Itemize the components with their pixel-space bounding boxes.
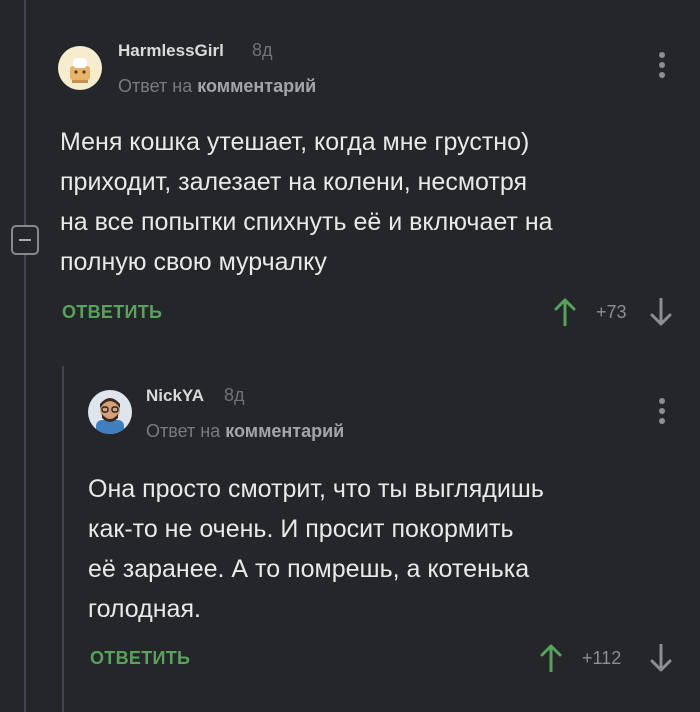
thread-line-nested (62, 366, 64, 712)
kebab-menu-icon[interactable] (656, 50, 668, 80)
avatar-image-icon (96, 398, 124, 434)
thread-line-main-lower (24, 255, 26, 712)
reply-to-link[interactable]: комментарий (197, 76, 316, 96)
reply-button[interactable]: ОТВЕТИТЬ (62, 302, 162, 323)
downvote-arrow-icon[interactable] (650, 644, 672, 672)
score: +112 (582, 648, 622, 668)
text-line: Меня кошка утешает, когда мне грустно) (60, 128, 530, 156)
reply-to-meta: Ответ на комментарий (118, 76, 316, 97)
username[interactable]: NickYA (146, 386, 204, 406)
text-line: полную свою мурчалку (60, 248, 327, 276)
upvote-arrow-icon[interactable] (540, 644, 562, 672)
text-line: её заранее. А то помрешь, а котенька (88, 555, 530, 583)
timestamp: 8д (252, 40, 273, 60)
text-line: Она просто смотрит, что ты выглядишь (88, 475, 544, 503)
reply-prefix: Ответ на (146, 421, 226, 441)
reply-to-link[interactable]: комментарий (225, 421, 344, 441)
text-line: как-то не очень. И просит покормить (88, 515, 514, 543)
avatar[interactable] (88, 390, 132, 434)
avatar-image-icon (70, 58, 90, 83)
reply-to-meta: Ответ на комментарий (146, 421, 344, 442)
comments-page: HarmlessGirl 8д Ответ на комментарий Мен… (0, 0, 700, 712)
avatar[interactable] (58, 46, 102, 90)
username[interactable]: HarmlessGirl (118, 41, 224, 61)
reply-prefix: Ответ на (118, 76, 198, 96)
kebab-menu-icon[interactable] (656, 396, 668, 426)
downvote-arrow-icon[interactable] (650, 298, 672, 326)
comment-text: Она просто смотрит, что ты выглядишь как… (88, 469, 544, 629)
comment-text: Меня кошка утешает, когда мне грустно) п… (60, 122, 553, 282)
thread-line-main (24, 0, 26, 225)
text-line: приходит, залезает на колени, несмотря (60, 168, 527, 196)
score: +73 (596, 302, 627, 322)
timestamp: 8д (224, 385, 245, 405)
upvote-arrow-icon[interactable] (554, 298, 576, 326)
reply-button[interactable]: ОТВЕТИТЬ (90, 648, 190, 669)
collapse-thread-button[interactable] (11, 225, 39, 255)
text-line: на все попытки спихнуть её и включает на (60, 208, 553, 236)
text-line: голодная. (88, 595, 201, 623)
